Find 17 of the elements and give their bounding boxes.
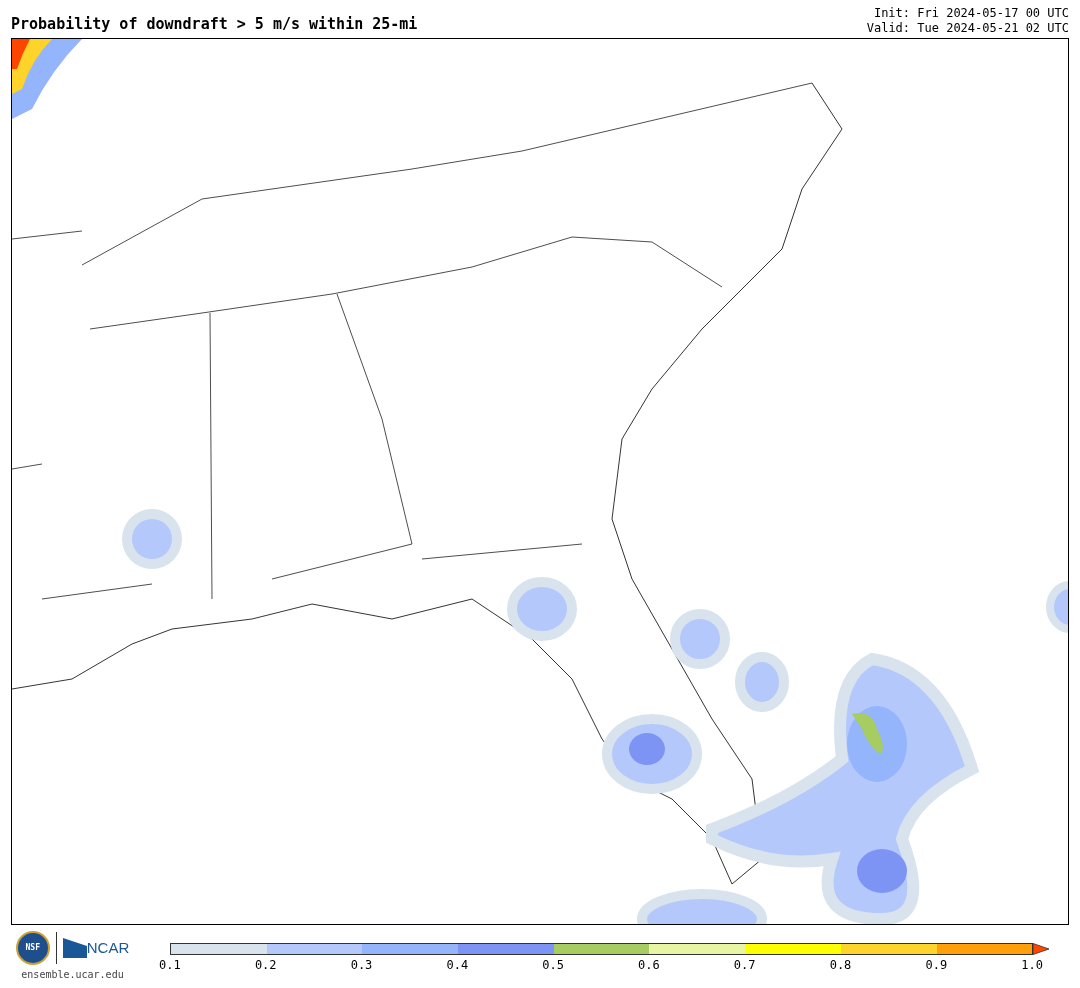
chart-title: Probability of downdraft > 5 m/s within 25-mi bbox=[11, 17, 418, 35]
tick-label: 0.7 bbox=[733, 959, 756, 971]
tick-label: 0.1 bbox=[159, 959, 181, 971]
ncar-logo-icon bbox=[62, 938, 87, 958]
tick-label: 1.0 bbox=[1021, 959, 1043, 971]
init-time: Init: Fri 2024-05-17 00 UTC bbox=[873, 6, 1069, 21]
valid-time: Valid: Tue 2024-05-21 02 UTC bbox=[866, 21, 1069, 36]
site-url: ensemble.ucar.edu bbox=[21, 968, 124, 982]
tick-label: 0.5 bbox=[542, 959, 564, 971]
ncar-logo: NCAR bbox=[86, 937, 130, 958]
tick-label: 0.8 bbox=[829, 959, 852, 971]
tick-label: 0.4 bbox=[446, 959, 469, 971]
tick-label: 0.6 bbox=[638, 959, 660, 971]
tick-label: 0.3 bbox=[350, 959, 373, 971]
tick-label: 0.2 bbox=[254, 959, 277, 971]
nsf-logo: NSF bbox=[15, 931, 50, 965]
tick-label: 0.9 bbox=[925, 959, 948, 971]
